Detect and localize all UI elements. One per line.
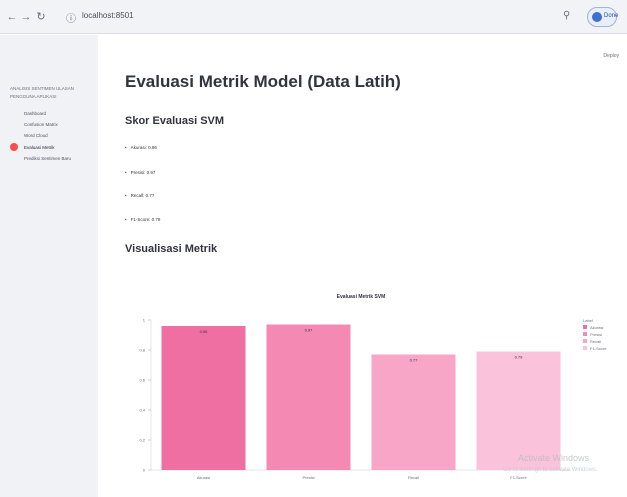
metric-f1: F1-Score: 0.79 — [125, 217, 161, 222]
address-bar[interactable]: ⓘ localhost:8501 — [60, 7, 560, 27]
section-title-visualization: Visualisasi Metrik — [125, 243, 218, 255]
legend-label: Akurasi — [590, 325, 603, 330]
page-title: Evaluasi Metrik Model (Data Latih) — [125, 72, 401, 91]
browser-toolbar: ← → ↻ ⓘ localhost:8501 ⚲ Done — [0, 0, 627, 34]
metric-recall: Recall: 0.77 — [125, 193, 155, 198]
avatar — [592, 12, 602, 22]
legend-swatch — [583, 325, 587, 329]
profile-label: Done — [604, 13, 619, 19]
bar-recall — [371, 354, 456, 470]
site-info-icon[interactable]: ⓘ — [66, 10, 76, 25]
section-title-scores: Skor Evaluasi SVM — [125, 115, 225, 127]
legend-swatch — [583, 332, 587, 336]
extensions-icon[interactable]: ⚲ — [563, 10, 570, 21]
bar-value-label: 0.97 — [305, 328, 314, 333]
main-content: Deploy Evaluasi Metrik Model (Data Latih… — [98, 35, 627, 497]
sidebar-item-confusion-matrix[interactable]: Confusion Matrix — [24, 122, 58, 127]
y-tick-label: 0.6 — [139, 378, 145, 383]
legend-label: Recall — [590, 339, 601, 344]
legend-label: Presisi — [590, 332, 602, 337]
back-icon[interactable]: ← — [6, 10, 18, 24]
metric-precision: Presisi: 0.97 — [125, 170, 156, 175]
watermark-subtitle: Go to Settings to activate Windows. — [503, 467, 598, 473]
legend-swatch — [583, 346, 587, 350]
bar-value-label: 0.79 — [515, 355, 524, 360]
x-tick-label: F1-Score — [510, 475, 527, 480]
profile-button[interactable]: Done — [587, 7, 619, 27]
sidebar: ANALISIS SENTIMEN ULASAN PENGGUNA APLIKA… — [0, 35, 98, 497]
y-tick-label: 0.8 — [139, 348, 145, 353]
sidebar-item-evaluasi-metrik[interactable]: Evaluasi Metrik — [24, 145, 55, 150]
watermark-title: Activate Windows — [518, 453, 590, 463]
forward-icon[interactable]: → — [20, 10, 32, 24]
legend-label: F1-Score — [590, 346, 607, 351]
chart-title: Evaluasi Metrik SVM — [337, 294, 386, 300]
sidebar-heading: ANALISIS SENTIMEN ULASAN PENGGUNA APLIKA… — [10, 86, 75, 99]
y-tick-label: 0 — [143, 468, 146, 473]
sidebar-item-word-cloud[interactable]: Word Cloud — [24, 133, 48, 138]
y-tick-label: 0.4 — [139, 408, 145, 413]
sidebar-item-dashboard[interactable]: Dashboard — [24, 111, 46, 116]
bar-value-label: 0.77 — [410, 358, 419, 363]
x-tick-label: Akurasi — [197, 475, 210, 480]
x-tick-label: Recall — [408, 475, 419, 480]
y-tick-label: 0.2 — [139, 438, 145, 443]
url-text[interactable]: localhost:8501 — [82, 11, 134, 20]
deploy-button[interactable]: Deploy — [603, 53, 619, 59]
reload-icon[interactable]: ↻ — [35, 10, 47, 24]
bar-value-label: 0.96 — [200, 329, 209, 334]
radio-selected-icon[interactable] — [10, 143, 18, 151]
bar-presisi — [266, 324, 351, 470]
legend-title: Label — [583, 318, 593, 323]
bar-akurasi — [161, 326, 246, 470]
y-tick-label: 1 — [143, 318, 146, 323]
legend-swatch — [583, 339, 587, 343]
metric-accuracy: Akurasi: 0.96 — [125, 145, 157, 150]
x-tick-label: Presisi — [302, 475, 314, 480]
sidebar-item-prediksi[interactable]: Prediksi Sentimen Baru — [24, 156, 71, 161]
